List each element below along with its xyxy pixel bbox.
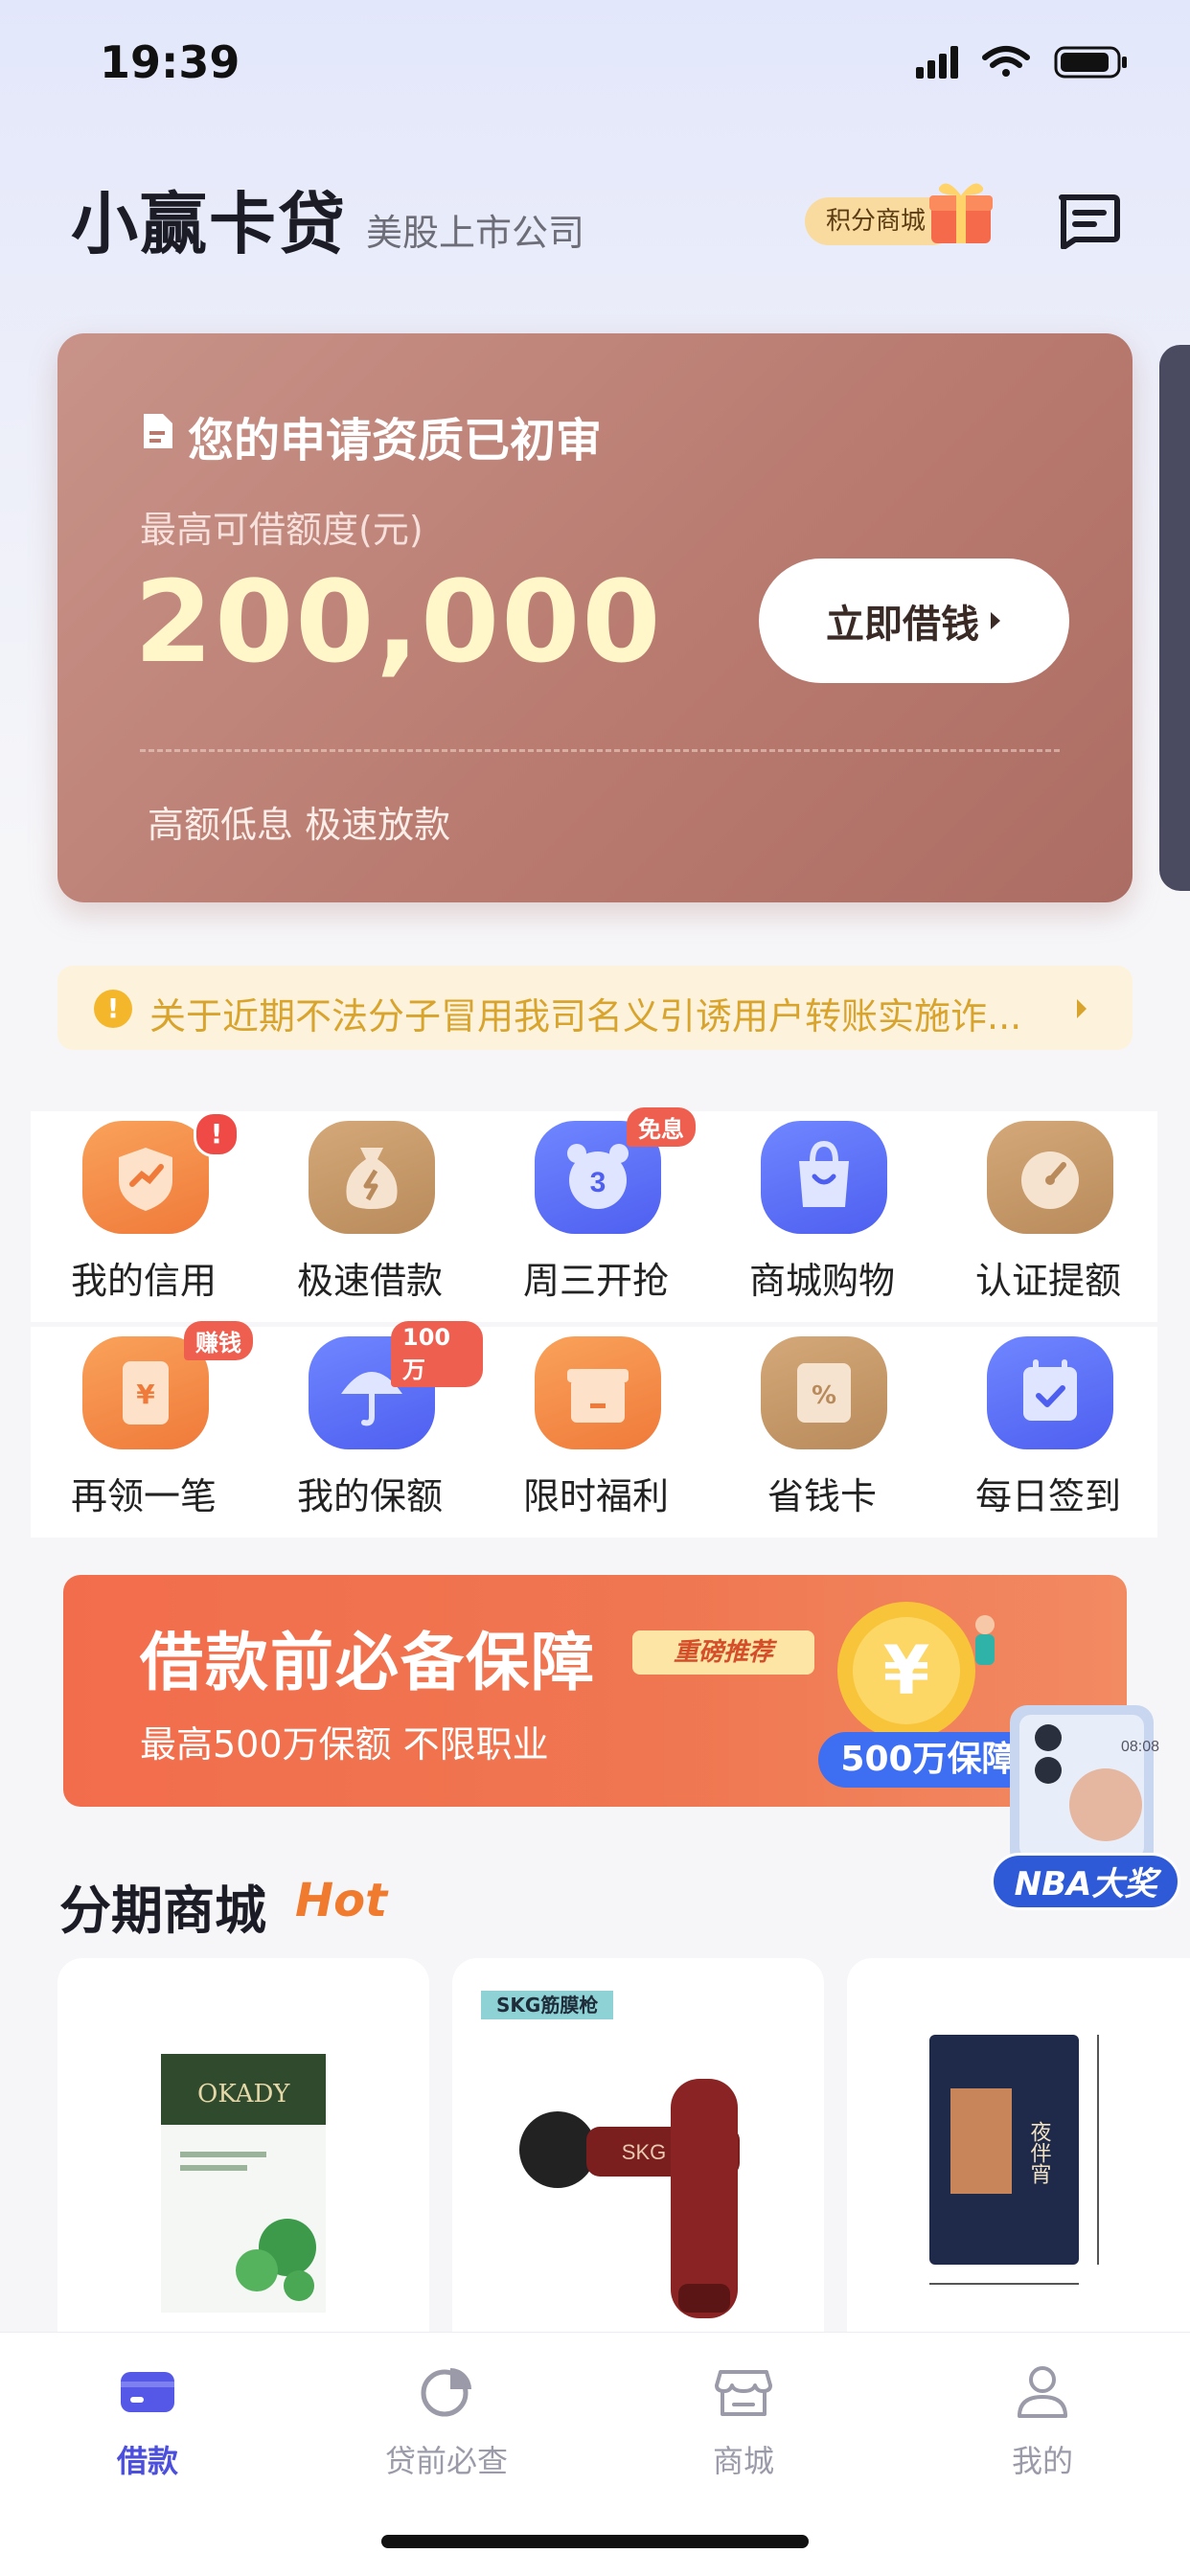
app-title: 小赢卡贷: [71, 185, 347, 263]
svg-text:3: 3: [590, 1167, 606, 1198]
product-card[interactable]: SKG筋膜枪 SKG: [452, 1958, 824, 2360]
app-subtitle: 美股上市公司: [366, 212, 585, 254]
feature-savings-card[interactable]: % 省钱卡: [709, 1327, 935, 1541]
tab-label: 商城: [712, 2443, 774, 2479]
product-image-massage-gun: SKG: [519, 2079, 740, 2318]
feature-fast-loan[interactable]: 极速借款: [257, 1111, 483, 1326]
svg-text:¥: ¥: [883, 1631, 930, 1710]
status-time: 19:39: [100, 36, 240, 88]
card-divider: [140, 749, 1060, 752]
feature-borrow-again[interactable]: ¥ 赚钱 再领一笔: [31, 1321, 257, 1541]
status-icons: [916, 46, 1127, 79]
feature-label: 省钱卡: [767, 1475, 877, 1517]
feature-label: 限时福利: [522, 1475, 669, 1517]
card-title: 您的申请资质已初审: [188, 414, 603, 467]
feature-label: 再领一笔: [70, 1475, 217, 1517]
banner-title: 借款前必备保障: [140, 1626, 596, 1699]
message-icon[interactable]: [1054, 192, 1121, 249]
product-card[interactable]: 夜伴宵: [847, 1958, 1190, 2360]
signal-icon: [916, 46, 958, 79]
document-icon: [144, 414, 172, 448]
banner-tag: 重磅推荐: [632, 1630, 814, 1675]
card-slogan: 高额低息 极速放款: [148, 804, 451, 846]
warning-icon: !: [94, 990, 132, 1028]
limit-label: 最高可借额度(元): [140, 509, 423, 551]
feature-limited-welfare[interactable]: 限时福利: [483, 1327, 709, 1541]
nba-prize-label[interactable]: NBA大奖: [991, 1853, 1180, 1910]
caret-right-icon: [991, 612, 1000, 629]
feature-label: 极速借款: [296, 1260, 443, 1302]
tab-label: 借款: [116, 2443, 178, 2479]
product-image-mask: OKADY: [161, 2054, 326, 2313]
feature-label: 我的信用: [70, 1260, 217, 1302]
pie-chart-icon: [421, 2368, 471, 2417]
svg-text:%: %: [812, 1381, 836, 1410]
svg-text:08:08: 08:08: [1121, 1739, 1159, 1755]
next-card-peek[interactable]: [1159, 345, 1190, 891]
alert-badge: !: [194, 1111, 240, 1157]
interest-free-badge: 免息: [627, 1107, 696, 1147]
banner-subtitle: 最高500万保额 不限职业: [140, 1723, 549, 1766]
product-logo-text: OKADY: [197, 2080, 290, 2109]
tab-label: 贷前必查: [384, 2443, 508, 2479]
feature-label: 认证提额: [974, 1260, 1121, 1302]
home-indicator[interactable]: [381, 2535, 809, 2548]
notice-text: 关于近期不法分子冒用我司名义引诱用户转账实施诈...: [149, 995, 1022, 1037]
gift-box-icon: [535, 1336, 661, 1449]
money-bag-icon: [309, 1121, 435, 1234]
hot-label: Hot: [295, 1874, 388, 1927]
feature-my-credit[interactable]: ! 我的信用: [31, 1111, 257, 1326]
feature-mall-shopping[interactable]: 商城购物: [709, 1111, 935, 1326]
tab-label: 我的: [1011, 2443, 1073, 2479]
tab-mall[interactable]: 商城: [648, 2357, 839, 2479]
svg-text:¥: ¥: [136, 1379, 155, 1410]
store-icon: [715, 2370, 772, 2416]
shield-chart-icon: [82, 1121, 209, 1234]
feature-label: 我的保额: [296, 1475, 443, 1517]
coverage-badge: 100万: [391, 1321, 483, 1387]
wifi-icon: [982, 46, 1030, 77]
feature-label: 周三开抢: [522, 1260, 669, 1302]
product-card[interactable]: OKADY: [57, 1958, 429, 2360]
borrow-now-label: 立即借钱: [826, 604, 979, 646]
feature-wednesday-deal[interactable]: 3 免息 周三开抢: [483, 1107, 709, 1326]
person-icon: [1018, 2366, 1067, 2418]
product-image-snack: 夜伴宵: [929, 2035, 1099, 2285]
tab-mine[interactable]: 我的: [947, 2357, 1138, 2479]
gift-icon[interactable]: [927, 176, 995, 247]
tab-loan[interactable]: 借款: [52, 2357, 243, 2479]
discount-card-icon: %: [761, 1336, 887, 1449]
earn-badge: 赚钱: [184, 1321, 253, 1360]
limit-amount: 200,000: [134, 556, 663, 688]
tab-precheck[interactable]: 贷前必查: [351, 2357, 542, 2479]
feature-my-coverage[interactable]: 100万 我的保额: [257, 1321, 483, 1541]
feature-label: 每日签到: [974, 1475, 1121, 1517]
product-logo-text: 夜伴宵: [1027, 2121, 1052, 2184]
shopping-bag-icon: [761, 1121, 887, 1234]
product-logo-text: SKG: [622, 2140, 666, 2164]
feature-label: 商城购物: [748, 1260, 895, 1302]
calendar-check-icon: [987, 1336, 1113, 1449]
shop-title: 分期商城: [59, 1881, 266, 1941]
caret-right-icon: [1077, 999, 1087, 1018]
feature-verify-raise[interactable]: 认证提额: [935, 1111, 1161, 1326]
borrow-now-button[interactable]: 立即借钱: [759, 559, 1069, 683]
card-icon: [121, 2372, 174, 2412]
battery-icon: [1054, 46, 1127, 79]
feature-daily-checkin[interactable]: 每日签到: [935, 1327, 1161, 1541]
gauge-icon: [987, 1121, 1113, 1234]
